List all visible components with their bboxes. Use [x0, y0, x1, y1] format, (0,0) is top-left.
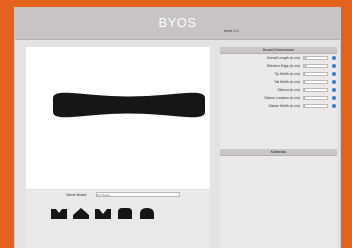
board-name-label: Name Board: [66, 193, 88, 197]
param-label: Tail Width (in cm) [274, 80, 300, 84]
param-row: Stance Location (in cm) [220, 95, 337, 101]
info-icon[interactable] [332, 96, 336, 100]
snowboard-preview [53, 92, 205, 118]
settings-column: Board Dimensions Overall Length (in cm) … [220, 47, 337, 248]
panel-materials-header: Materials [220, 149, 337, 156]
info-icon[interactable] [332, 64, 336, 68]
info-icon[interactable] [332, 88, 336, 92]
param-input[interactable] [303, 64, 328, 68]
info-icon[interactable] [332, 72, 336, 76]
param-row: Overall Length (in cm) [220, 55, 337, 61]
param-input[interactable] [303, 96, 328, 100]
swallowtail-shape-icon [95, 209, 111, 219]
title-bar: BYOS beta 1.0 [15, 7, 340, 40]
param-row: Effective Edge (in cm) [220, 63, 337, 69]
pintail-shape-icon [140, 208, 154, 219]
param-label: Tip Width (in cm) [274, 72, 301, 76]
shape-directional-button[interactable] [71, 206, 91, 220]
param-label: Stance Width (in cm) [268, 104, 300, 108]
param-row: Stance Width (in cm) [220, 103, 337, 109]
shape-swallowtail-button[interactable] [93, 206, 113, 220]
app-title: BYOS [158, 15, 197, 30]
param-label: Sidecut (in cm) [277, 88, 300, 92]
panel-board-dimensions-header: Board Dimensions [220, 47, 337, 54]
param-input[interactable] [303, 88, 328, 92]
param-input[interactable] [303, 80, 328, 84]
info-icon[interactable] [332, 80, 336, 84]
shape-rounded-button[interactable] [115, 206, 135, 220]
directional-shape-icon [73, 208, 89, 219]
param-row: Tail Width (in cm) [220, 79, 337, 85]
rounded-shape-icon [118, 208, 132, 219]
board-name-input[interactable] [96, 192, 180, 197]
param-label: Overall Length (in cm) [266, 56, 300, 60]
board-preview-canvas [26, 47, 210, 189]
param-label: Stance Location (in cm) [264, 96, 300, 100]
param-input[interactable] [303, 56, 328, 60]
info-icon[interactable] [332, 104, 336, 108]
param-input[interactable] [303, 104, 328, 108]
param-row: Tip Width (in cm) [220, 71, 337, 77]
param-row: Sidecut (in cm) [220, 87, 337, 93]
app-version: beta 1.0 [224, 28, 239, 33]
shape-pintail-button[interactable] [137, 206, 157, 220]
twin-tip-shape-icon [51, 209, 67, 219]
param-label: Effective Edge (in cm) [266, 64, 300, 68]
app-window: BYOS beta 1.0 Name Board: Board Dimensio… [14, 7, 341, 248]
param-input[interactable] [303, 72, 328, 76]
design-controls: Name Board: [26, 190, 210, 248]
info-icon[interactable] [332, 56, 336, 60]
shape-twin-tip-button[interactable] [49, 206, 69, 220]
